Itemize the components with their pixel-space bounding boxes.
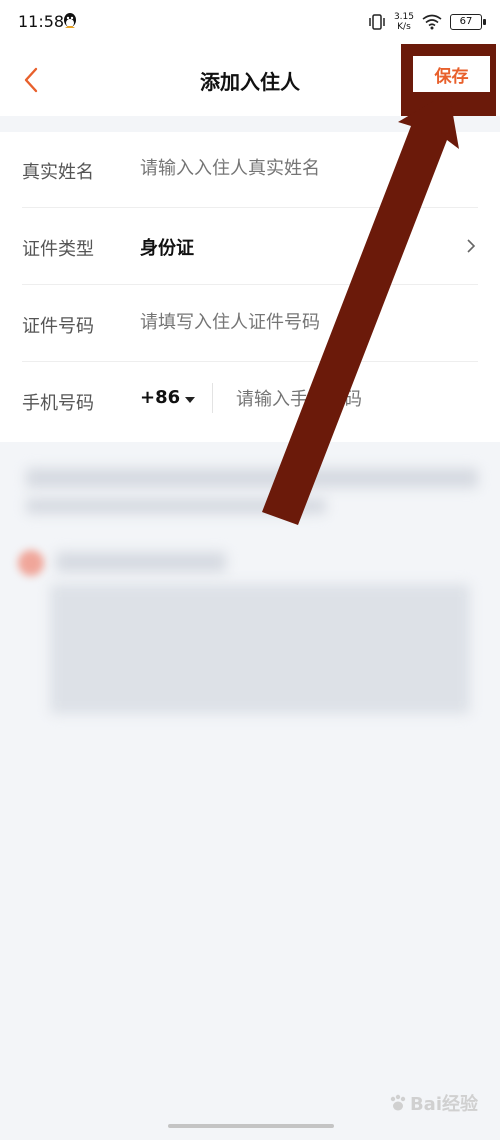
chevron-right-icon bbox=[467, 239, 476, 253]
form-row-phone: 手机号码 +86 bbox=[22, 363, 478, 439]
qq-icon bbox=[64, 13, 76, 28]
country-code-select[interactable]: +86 bbox=[140, 387, 180, 408]
status-bar: 11:58 3.15 K/s 67 bbox=[0, 0, 500, 44]
blurred-text-line bbox=[26, 468, 478, 488]
name-label: 真实姓名 bbox=[22, 162, 94, 183]
blurred-notice-icon bbox=[18, 550, 44, 576]
paw-icon bbox=[390, 1094, 406, 1111]
save-highlight-box: 保存 bbox=[401, 44, 496, 116]
vibrate-icon bbox=[369, 14, 385, 30]
save-highlight-inner: 保存 bbox=[413, 56, 490, 92]
blurred-notice-image bbox=[50, 584, 470, 714]
guest-form: 真实姓名 证件类型 身份证 证件号码 手机号码 +86 bbox=[0, 132, 500, 442]
form-row-name: 真实姓名 bbox=[22, 132, 478, 208]
form-row-id-number: 证件号码 bbox=[22, 286, 478, 362]
blurred-notice-title bbox=[56, 552, 226, 572]
id-type-label: 证件类型 bbox=[22, 239, 94, 260]
status-icons: 3.15 K/s 67 bbox=[368, 10, 486, 34]
country-code-divider bbox=[212, 383, 213, 413]
baidu-jingyan-watermark: Bai经验 bbox=[388, 1090, 478, 1116]
real-name-input[interactable] bbox=[140, 158, 460, 179]
blurred-content bbox=[0, 450, 500, 750]
status-time: 11:58 bbox=[18, 12, 65, 31]
blurred-text-line bbox=[26, 498, 326, 514]
network-speed-unit: K/s bbox=[397, 22, 411, 32]
watermark-text: Bai经验 bbox=[409, 1094, 478, 1115]
form-row-id-type[interactable]: 证件类型 身份证 bbox=[22, 209, 478, 285]
id-number-input[interactable] bbox=[140, 312, 460, 333]
wifi-icon bbox=[422, 14, 442, 30]
battery-indicator: 67 bbox=[450, 14, 486, 30]
home-indicator[interactable] bbox=[168, 1124, 334, 1128]
phone-number-input[interactable] bbox=[236, 389, 466, 410]
save-button[interactable]: 保存 bbox=[435, 62, 469, 87]
id-type-value: 身份证 bbox=[140, 238, 194, 259]
caret-down-icon[interactable] bbox=[185, 397, 195, 403]
id-number-label: 证件号码 bbox=[22, 316, 94, 337]
network-speed: 3.15 K/s bbox=[394, 12, 414, 32]
network-speed-value: 3.15 bbox=[393, 12, 414, 22]
phone-label: 手机号码 bbox=[22, 393, 94, 414]
